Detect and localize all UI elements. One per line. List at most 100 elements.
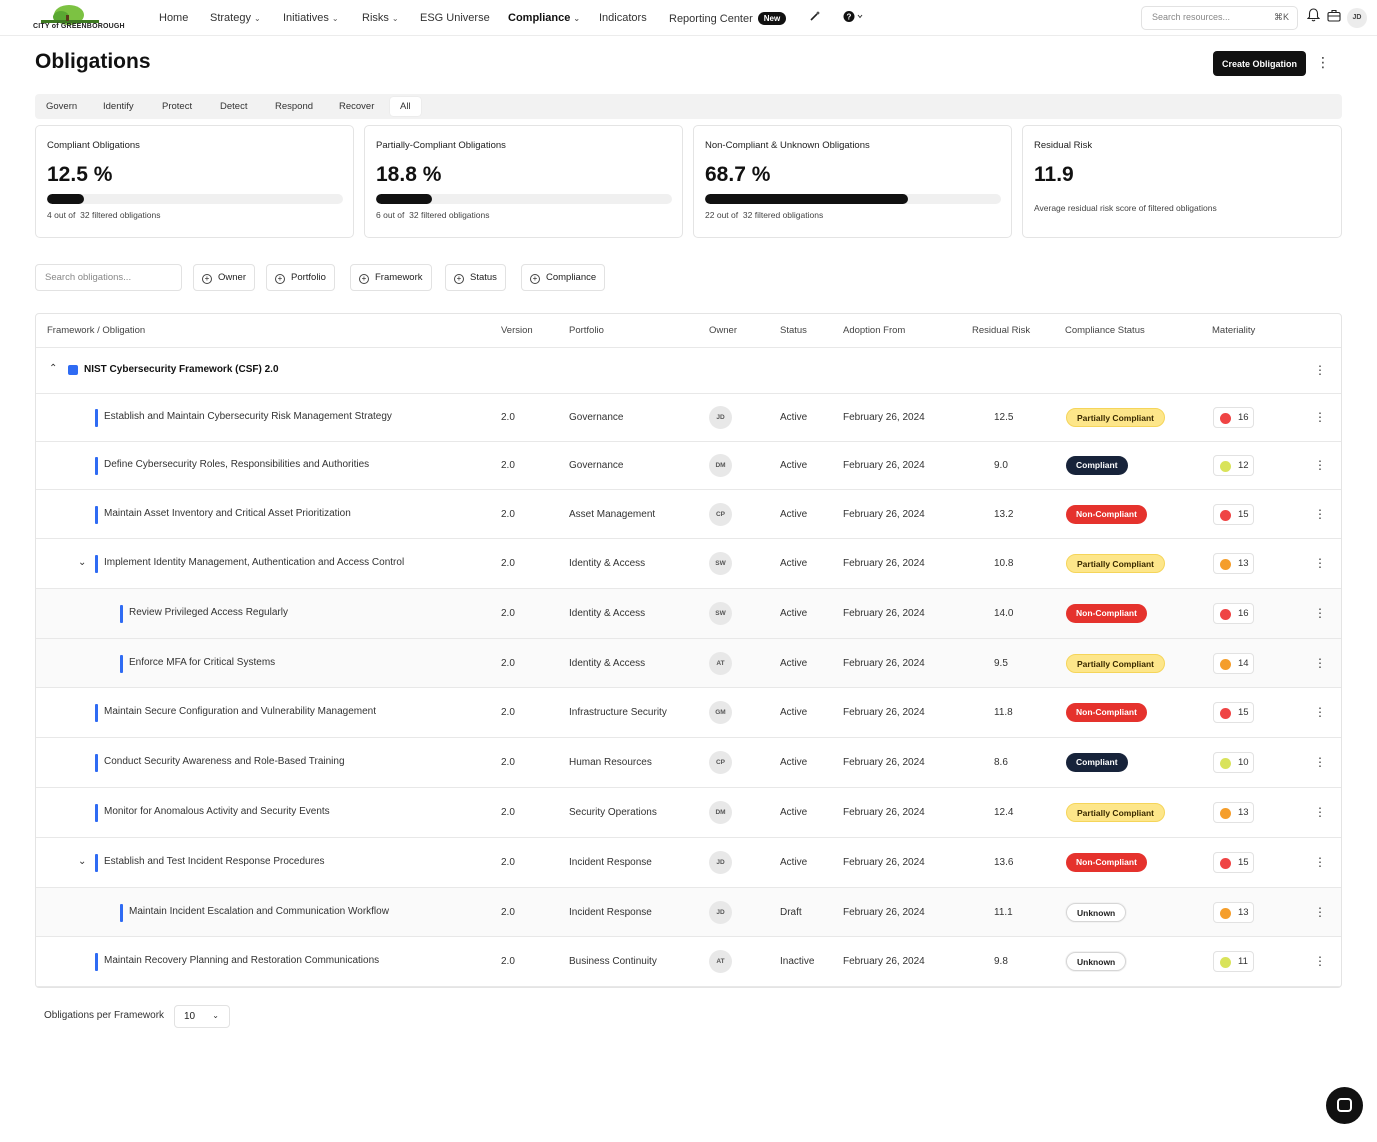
level-indicator <box>95 704 98 722</box>
tab-all[interactable]: All <box>390 97 421 116</box>
column-header[interactable]: Framework / Obligation <box>47 325 145 336</box>
help-icon[interactable]: ? <box>843 10 865 26</box>
table-row[interactable]: Maintain Incident Escalation and Communi… <box>36 888 1341 937</box>
owner-avatar[interactable]: DM <box>709 801 732 824</box>
obligation-name[interactable]: Define Cybersecurity Roles, Responsibili… <box>104 459 369 470</box>
nav-strategy[interactable]: Strategy ⌄ <box>210 12 261 24</box>
tab-protect[interactable]: Protect <box>152 97 202 116</box>
row-menu-icon[interactable]: ⋮ <box>1314 855 1326 869</box>
owner-avatar[interactable]: SW <box>709 602 732 625</box>
obligation-name[interactable]: Establish and Maintain Cybersecurity Ris… <box>104 411 392 422</box>
table-row[interactable]: ⌄ Implement Identity Management, Authenti… <box>36 539 1341 589</box>
nav-risks[interactable]: Risks ⌄ <box>362 12 399 24</box>
per-page-label: Obligations per Framework <box>44 1010 165 1021</box>
tab-govern[interactable]: Govern <box>36 97 87 116</box>
filter-portfolio-button[interactable]: + Portfolio <box>266 264 335 291</box>
row-menu-icon[interactable]: ⋮ <box>1314 656 1326 670</box>
column-header[interactable]: Version <box>501 325 533 336</box>
nav-reporting-center[interactable]: Reporting Center New <box>669 12 787 25</box>
materiality-dot <box>1220 461 1231 472</box>
obligation-name[interactable]: Maintain Recovery Planning and Restorati… <box>104 955 379 966</box>
obligation-name[interactable]: Conduct Security Awareness and Role-Base… <box>104 756 345 767</box>
obligation-name[interactable]: Review Privileged Access Regularly <box>129 607 288 618</box>
obligation-name[interactable]: Maintain Incident Escalation and Communi… <box>129 906 389 917</box>
column-header[interactable]: Portfolio <box>569 325 604 336</box>
filter-status-button[interactable]: + Status <box>445 264 506 291</box>
row-menu-icon[interactable]: ⋮ <box>1314 410 1326 424</box>
row-menu-icon[interactable]: ⋮ <box>1314 363 1326 377</box>
table-row[interactable]: Conduct Security Awareness and Role-Base… <box>36 738 1341 788</box>
column-header[interactable]: Status <box>780 325 807 336</box>
global-search-input[interactable] <box>1152 12 1272 22</box>
obligation-name[interactable]: Implement Identity Management, Authentic… <box>104 557 404 568</box>
owner-avatar[interactable]: CP <box>709 503 732 526</box>
tab-detect[interactable]: Detect <box>210 97 257 116</box>
create-obligation-button[interactable]: Create Obligation <box>1213 51 1306 76</box>
owner-avatar[interactable]: GM <box>709 701 732 724</box>
obligation-name[interactable]: Monitor for Anomalous Activity and Secur… <box>104 806 330 817</box>
more-options-icon[interactable]: ⋮ <box>1316 54 1330 71</box>
column-header[interactable]: Residual Risk <box>972 325 1030 336</box>
wand-icon[interactable] <box>809 10 821 25</box>
obligation-search[interactable] <box>35 264 182 291</box>
row-menu-icon[interactable]: ⋮ <box>1314 556 1326 570</box>
owner-avatar[interactable]: CP <box>709 751 732 774</box>
owner-avatar[interactable]: JD <box>709 901 732 924</box>
per-page-select[interactable]: 10 ⌄ <box>174 1005 230 1028</box>
obligation-name[interactable]: Establish and Test Incident Response Pro… <box>104 856 325 867</box>
table-row[interactable]: Maintain Secure Configuration and Vulner… <box>36 688 1341 738</box>
table-row[interactable]: Establish and Maintain Cybersecurity Ris… <box>36 394 1341 442</box>
owner-avatar[interactable]: AT <box>709 652 732 675</box>
column-header[interactable]: Materiality <box>1212 325 1255 336</box>
nav-initiatives[interactable]: Initiatives ⌄ <box>283 12 339 24</box>
owner-avatar[interactable]: JD <box>709 406 732 429</box>
framework-group-row[interactable]: ⌃ NIST Cybersecurity Framework (CSF) 2.0… <box>36 348 1341 394</box>
chat-icon[interactable] <box>1326 1087 1363 1124</box>
owner-avatar[interactable]: SW <box>709 552 732 575</box>
owner-avatar[interactable]: JD <box>709 851 732 874</box>
owner-avatar[interactable]: AT <box>709 950 732 973</box>
obligation-search-input[interactable] <box>45 272 173 283</box>
row-menu-icon[interactable]: ⋮ <box>1314 458 1326 472</box>
filter-framework-button[interactable]: + Framework <box>350 264 432 291</box>
obligation-name[interactable]: Maintain Asset Inventory and Critical As… <box>104 508 351 519</box>
chevron-down-icon[interactable]: ⌄ <box>78 557 86 568</box>
tab-recover[interactable]: Recover <box>329 97 384 116</box>
table-row[interactable]: Enforce MFA for Critical Systems 2.0 Ident… <box>36 639 1341 688</box>
column-header[interactable]: Owner <box>709 325 737 336</box>
nav-esg-universe[interactable]: ESG Universe <box>420 12 490 24</box>
row-menu-icon[interactable]: ⋮ <box>1314 905 1326 919</box>
row-menu-icon[interactable]: ⋮ <box>1314 705 1326 719</box>
row-menu-icon[interactable]: ⋮ <box>1314 755 1326 769</box>
filter-compliance-button[interactable]: + Compliance <box>521 264 606 291</box>
column-header[interactable]: Compliance Status <box>1065 325 1145 336</box>
nav-compliance[interactable]: Compliance ⌄ <box>508 12 580 24</box>
briefcase-icon[interactable] <box>1327 9 1341 25</box>
tab-respond[interactable]: Respond <box>265 97 323 116</box>
nav-home[interactable]: Home <box>159 12 188 24</box>
chevron-down-icon[interactable]: ⌄ <box>78 856 86 867</box>
row-menu-icon[interactable]: ⋮ <box>1314 606 1326 620</box>
table-row[interactable]: Monitor for Anomalous Activity and Secur… <box>36 788 1341 838</box>
global-search[interactable]: ⌘K <box>1141 6 1298 30</box>
column-header[interactable]: Adoption From <box>843 325 905 336</box>
tab-identify[interactable]: Identify <box>93 97 144 116</box>
owner-avatar[interactable]: DM <box>709 454 732 477</box>
materiality-dot <box>1220 510 1231 521</box>
table-row[interactable]: Define Cybersecurity Roles, Responsibili… <box>36 442 1341 490</box>
table-row[interactable]: ⌄ Establish and Test Incident Response Pr… <box>36 838 1341 888</box>
table-row[interactable]: Maintain Asset Inventory and Critical As… <box>36 490 1341 539</box>
city-logo[interactable]: CITY of GREENBOROUGH <box>33 3 125 33</box>
chevron-up-icon[interactable]: ⌃ <box>49 363 57 374</box>
row-menu-icon[interactable]: ⋮ <box>1314 954 1326 968</box>
filter-owner-button[interactable]: + Owner <box>193 264 255 291</box>
user-avatar[interactable]: JD <box>1347 8 1367 28</box>
table-row[interactable]: Maintain Recovery Planning and Restorati… <box>36 937 1341 987</box>
obligation-name[interactable]: Maintain Secure Configuration and Vulner… <box>104 706 376 717</box>
nav-indicators[interactable]: Indicators <box>599 12 647 24</box>
obligation-name[interactable]: Enforce MFA for Critical Systems <box>129 657 275 668</box>
row-menu-icon[interactable]: ⋮ <box>1314 507 1326 521</box>
bell-icon[interactable] <box>1306 8 1321 25</box>
row-menu-icon[interactable]: ⋮ <box>1314 805 1326 819</box>
table-row[interactable]: Review Privileged Access Regularly 2.0 Ide… <box>36 589 1341 639</box>
